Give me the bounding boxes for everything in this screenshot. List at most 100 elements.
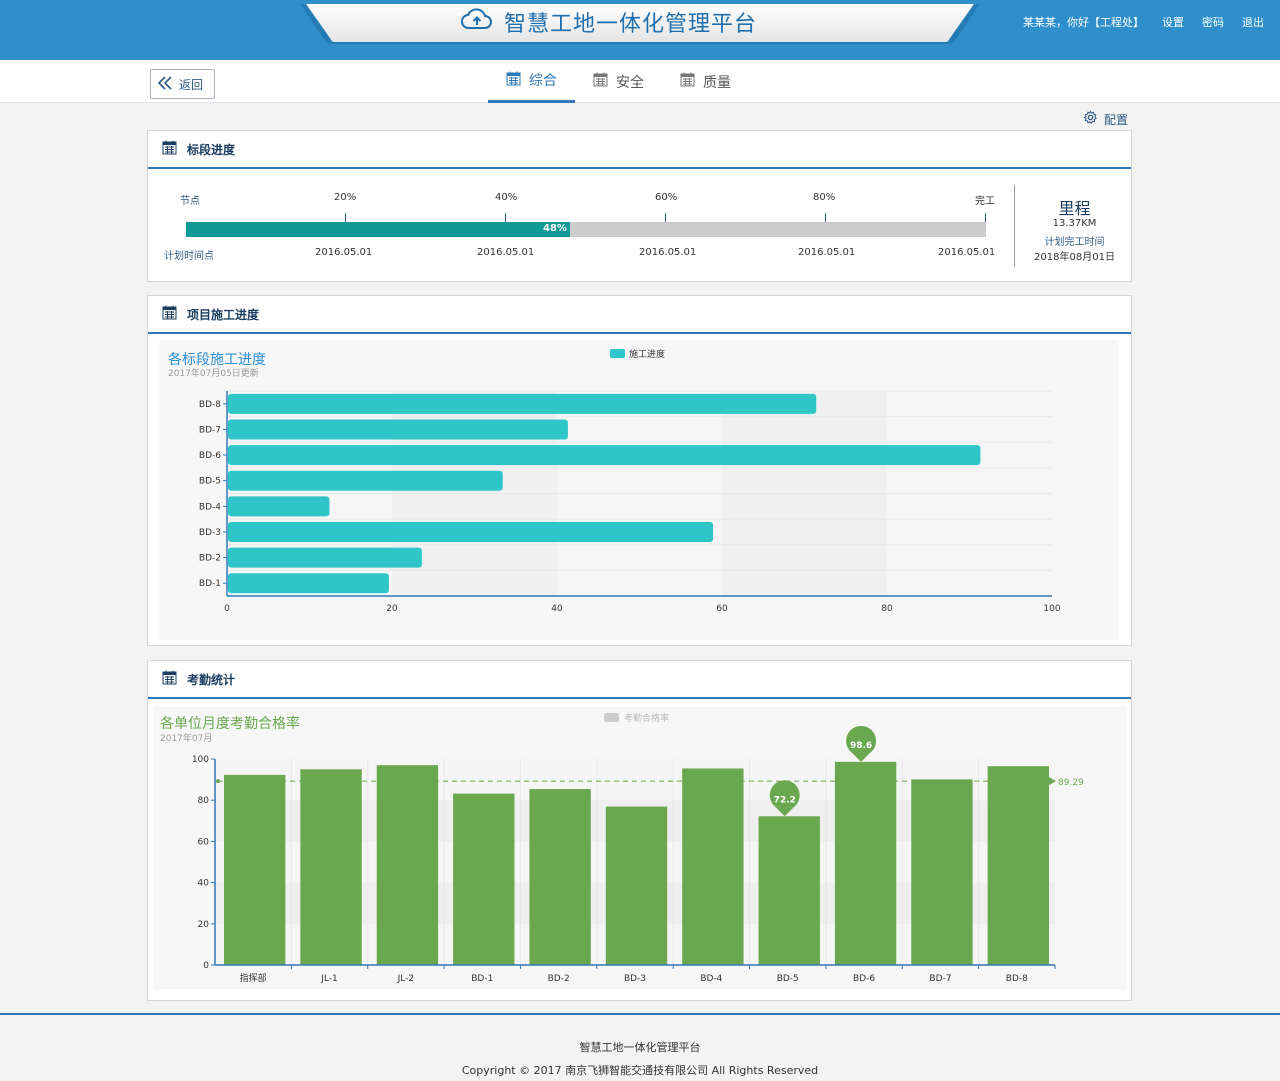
tab-overview[interactable]: 综合 [488,60,575,103]
calendar-icon [162,140,177,158]
bar-bd-8 [987,766,1049,965]
gear-icon [1083,110,1098,128]
bar-bd-7 [911,779,973,965]
plan-finish-label: 计划完工时间 [1044,237,1105,248]
chart-subtitle: 2017年07月05日更新 [168,367,259,379]
chart-subtitle: 2017年07月 [160,732,212,744]
x-tick-label: BD-1 [471,974,493,984]
panel-header: 标段进度 [148,131,1131,169]
milestone-tick [665,213,666,222]
plan-finish-date: 2018年08月01日 [1034,252,1115,263]
x-tick-label: 20 [386,604,398,614]
min-marker-label: 72.2 [774,795,796,805]
attendance-chart-area: 各单位月度考勤合格率 2017年07月 考勤合格率 指挥部 JL-1 JL-2 BD-… [153,707,1127,989]
password-link[interactable]: 密码 [1202,14,1224,30]
bar-bd-8 [228,393,817,414]
bar-bd-5 [228,470,503,491]
bar-jl-2 [376,765,439,965]
back-button[interactable]: 返回 [150,69,215,99]
plan-date: 2016.05.01 [315,247,373,258]
milestone-tick [345,213,346,222]
divider [1014,185,1015,267]
y-tick-label: BD-2 [199,554,221,564]
milestone-tick [505,213,506,222]
back-button-label: 返回 [179,77,204,92]
milestone-label: 40% [495,192,518,203]
bar-bd-6 [834,761,897,965]
x-tick-label: JL-2 [397,974,414,984]
bar-bd-2 [529,789,591,965]
plan-time-label: 计划时间点 [164,251,214,262]
bar-bd-1 [453,793,515,965]
tab-label: 质量 [703,74,731,91]
panel-section-progress: 标段进度 节点 20% 40% 60% 80% 完工 48% 计划时间点 201… [147,130,1132,282]
panel-title: 考勤统计 [187,672,236,687]
bar-bd-4 [228,496,330,517]
y-tick-label: BD-8 [199,400,221,410]
progress-percent-label: 48% [543,223,567,234]
calendar-icon [680,72,695,91]
node-label: 节点 [180,196,200,207]
construction-chart-area: 各标段施工进度 2017年07月05日更新 施工进度 BD-1 BD-2 BD-3 B… [159,340,1119,640]
x-tick-label: BD-6 [853,974,875,984]
legend-label[interactable]: 施工进度 [629,348,665,360]
config-button[interactable]: 配置 [1083,110,1128,128]
bar-bd-4 [682,768,744,965]
tab-safety[interactable]: 安全 [575,60,662,103]
bar-bd-6 [228,445,981,466]
panel-attendance: 考勤统计 各单位月度考勤合格率 2017年07月 考勤合格率 指挥部 JL-1 JL… [147,660,1132,1001]
y-tick-label: 20 [198,920,210,930]
attendance-rate-chart: 各单位月度考勤合格率 2017年07月 考勤合格率 指挥部 JL-1 JL-2 BD-… [160,712,1084,984]
milestone-tick [825,213,826,222]
plan-date: 2016.05.01 [477,247,535,258]
mileage-title: 里程 [1058,199,1091,218]
milestone-label: 完工 [975,196,995,207]
settings-link[interactable]: 设置 [1162,14,1184,30]
panel-construction-progress: 项目施工进度 各标段施工进度 2017年07月05日更新 施工进度 BD-1 BD… [147,295,1132,646]
y-tick-label: BD-4 [199,502,221,512]
x-tick-label: BD-8 [1006,974,1028,984]
chart-title: 各单位月度考勤合格率 [160,715,300,732]
bar-jl-1 [300,769,362,965]
milestone-label: 60% [655,192,678,203]
header-bar: 智慧工地一体化管理平台 某某某，你好【工程处】 设置 密码 退出 [0,0,1280,60]
footer-title: 智慧工地一体化管理平台 [579,1041,701,1054]
config-label: 配置 [1104,112,1129,127]
y-tick-label: 80 [198,796,210,806]
x-tick-label: 100 [1043,604,1060,614]
tab-quality[interactable]: 质量 [662,60,749,103]
legend-label[interactable]: 考勤合格率 [624,712,669,724]
construction-progress-chart: 各标段施工进度 2017年07月05日更新 施工进度 BD-1 BD-2 BD-3 B… [168,348,1061,614]
calendar-icon [162,305,177,323]
main-tabs: 综合 安全 质量 [488,60,749,103]
calendar-icon [593,72,608,91]
y-tick-label: BD-1 [199,579,221,589]
logout-link[interactable]: 退出 [1242,14,1264,30]
bar-bd-3 [228,521,714,542]
legend-swatch[interactable] [604,713,619,722]
x-tick-label: 40 [551,604,563,614]
x-tick-label: 指挥部 [240,972,267,984]
average-value-label: 89.29 [1058,778,1084,788]
bar-bd-1 [228,573,389,594]
y-tick-label: BD-3 [199,528,221,538]
calendar-icon [506,71,521,90]
progress-area: 节点 20% 40% 60% 80% 完工 48% 计划时间点 2016.05.… [148,171,1133,273]
max-marker-label: 98.6 [850,741,872,751]
bar-bd-7 [228,419,568,440]
x-tick-label: BD-4 [700,974,722,984]
cloud-upload-icon [460,7,494,37]
x-tick-label: 0 [224,604,230,614]
double-chevron-left-icon [157,75,173,94]
legend-swatch[interactable] [610,349,625,358]
user-greeting[interactable]: 某某某，你好【工程处】 [1023,14,1144,30]
tab-label: 安全 [616,74,644,91]
milestone-label: 80% [813,192,836,203]
y-tick-label: 40 [198,879,210,889]
y-tick-label: 0 [203,961,209,971]
plan-date: 2016.05.01 [798,247,856,258]
bar-bd-2 [228,547,422,568]
progress-fill [186,222,570,237]
x-tick-label: BD-5 [777,974,799,984]
x-tick-label: 80 [881,604,893,614]
